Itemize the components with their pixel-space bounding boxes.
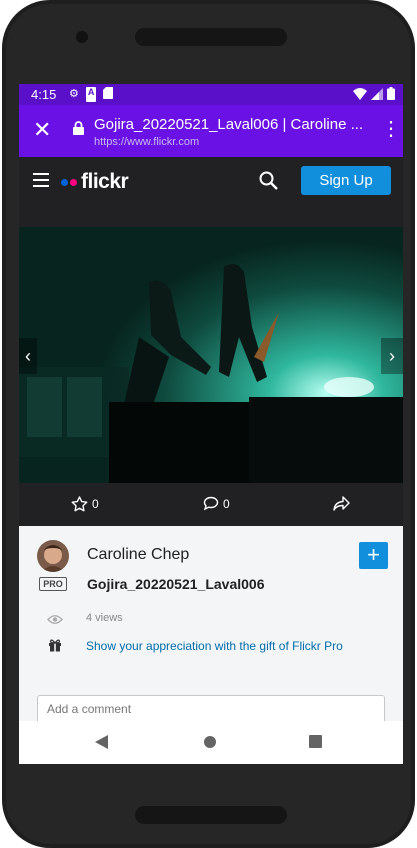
status-system-icons (353, 87, 395, 100)
signup-button[interactable]: Sign Up (301, 166, 391, 195)
android-nav-bar (19, 721, 403, 764)
logo-pink-dot (70, 178, 77, 186)
nav-recents-button[interactable] (309, 735, 322, 748)
gift-pro-link[interactable]: Show your appreciation with the gift of … (86, 639, 343, 653)
search-icon[interactable] (259, 171, 278, 195)
share-button[interactable] (333, 496, 350, 511)
logo-blue-dot (61, 178, 68, 186)
close-tab-button[interactable]: ✕ (33, 119, 51, 141)
signal-icon (371, 87, 383, 100)
photo-actions-bar: 0 0 (19, 483, 403, 526)
page-url: https://www.flickr.com (94, 136, 200, 148)
phone-speaker-bottom (135, 806, 287, 824)
flickr-header: flickr Sign Up (19, 157, 403, 204)
lock-icon (73, 121, 84, 140)
fave-button[interactable]: 0 (71, 496, 99, 512)
flickr-logo[interactable]: flickr (61, 170, 129, 194)
phone-screen: 4:15 ⚙ A ✕ Gojira_20220521_Laval006 | Ca… (19, 84, 403, 764)
gift-icon (48, 638, 62, 657)
pro-badge: PRO (39, 577, 67, 591)
battery-icon (387, 87, 395, 100)
eye-icon (47, 612, 63, 630)
star-icon (71, 496, 88, 512)
logo-text: flickr (81, 170, 129, 193)
wifi-icon (353, 87, 367, 100)
previous-photo-button[interactable]: ‹ (19, 338, 37, 374)
nav-home-button[interactable] (204, 736, 216, 748)
nav-back-button[interactable] (95, 735, 109, 754)
hamburger-menu-icon[interactable] (33, 173, 49, 187)
faves-count: 0 (92, 497, 99, 511)
status-notification-icons: ⚙ A (69, 87, 114, 102)
status-bar: 4:15 ⚙ A (19, 84, 403, 105)
font-icon: A (85, 87, 97, 102)
follow-button[interactable]: + (359, 542, 388, 569)
views-count: 4 views (86, 612, 123, 624)
phone-speaker (135, 28, 287, 46)
share-icon (333, 496, 350, 511)
owner-name[interactable]: Caroline Chep (87, 546, 189, 564)
sd-card-icon (103, 87, 114, 102)
photo-info-panel: Caroline Chep + PRO Gojira_20220521_Lava… (19, 526, 403, 725)
comments-button[interactable]: 0 (203, 496, 230, 511)
page-title: Gojira_20220521_Laval006 | Caroline ... (94, 116, 364, 133)
owner-avatar[interactable] (37, 540, 69, 572)
browser-url-bar: ✕ Gojira_20220521_Laval006 | Caroline ..… (19, 105, 403, 157)
overflow-menu-button[interactable]: ⋮ (381, 119, 401, 139)
comments-count: 0 (223, 496, 230, 511)
status-time: 4:15 (31, 87, 57, 102)
next-photo-button[interactable]: › (381, 338, 403, 374)
concert-photo[interactable] (19, 227, 403, 483)
comment-icon (203, 496, 219, 511)
phone-camera (76, 31, 88, 43)
photo-title: Gojira_20220521_Laval006 (87, 576, 265, 592)
settings-icon: ⚙ (69, 88, 79, 100)
photo-viewer: ‹ › 0 0 (19, 204, 403, 526)
